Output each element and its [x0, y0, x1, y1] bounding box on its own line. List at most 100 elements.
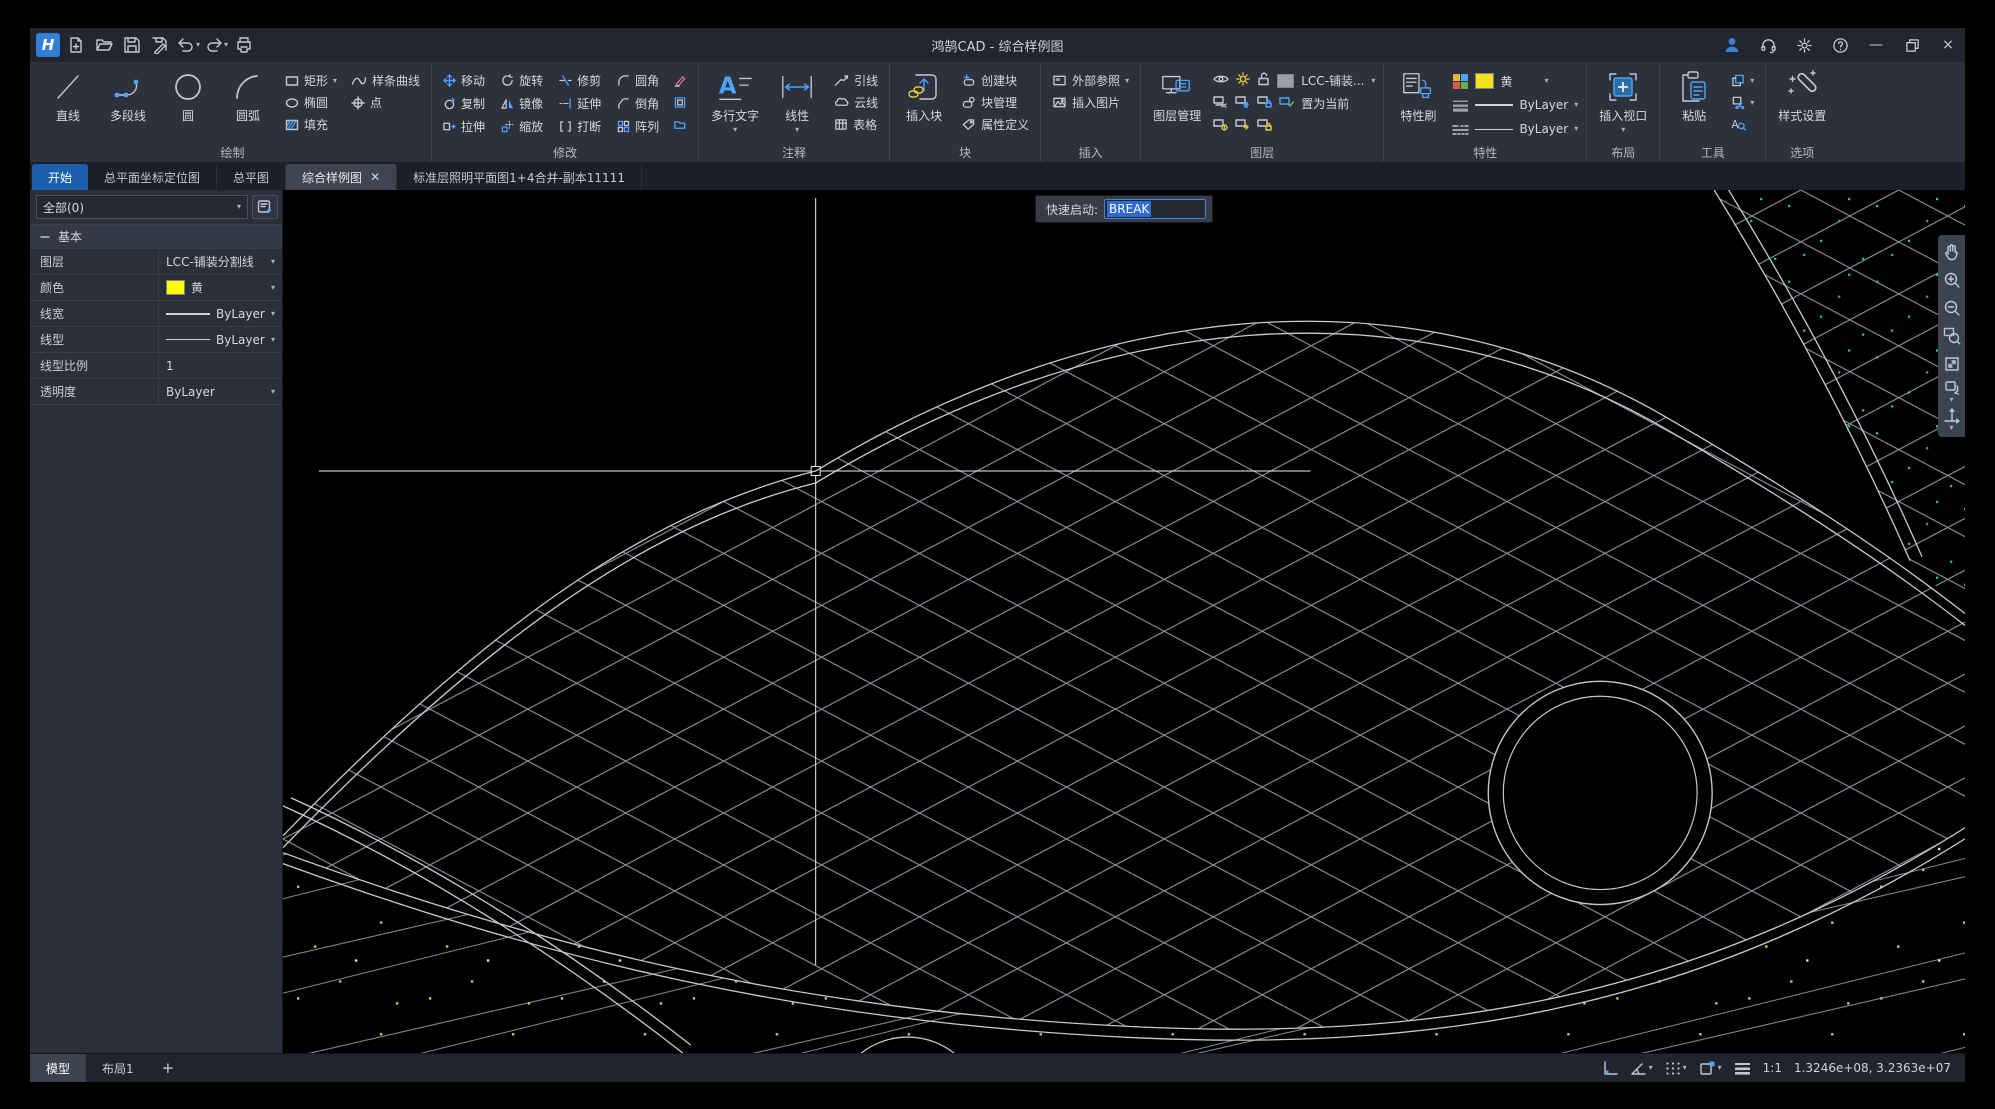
linetype-dropdown-caret[interactable]: ▾ — [1574, 125, 1578, 133]
dimension-dropdown-caret[interactable]: ▾ — [795, 126, 799, 134]
xref-button[interactable]: 外部参照 ▾ — [1049, 71, 1132, 90]
cut-clip-button[interactable]: ▾ — [1728, 93, 1757, 112]
mtext-button[interactable]: A 多行文字 ▾ — [707, 68, 763, 146]
modify-extra-2-button[interactable] — [670, 93, 690, 112]
tab-sample-drawing[interactable]: 综合样例图 ✕ — [286, 164, 398, 190]
insert-viewport-button[interactable]: 插入视口 ▾ — [1595, 68, 1651, 146]
scale-readout[interactable]: 1:1 — [1763, 1061, 1782, 1075]
trim-button[interactable]: 修剪 — [556, 71, 604, 90]
viewport-dropdown-caret[interactable]: ▾ — [1621, 126, 1625, 134]
grid-dropdown-caret[interactable]: ▾ — [1683, 1064, 1687, 1072]
tab-lighting-plan[interactable]: 标准层照明平面图1+4合并-副本11111 — [397, 164, 642, 190]
extend-button[interactable]: 延伸 — [556, 94, 604, 113]
quick-launch-input[interactable]: BREAK — [1104, 199, 1207, 219]
layer-lock2-button[interactable] — [1257, 96, 1272, 111]
layer-freeze-button[interactable] — [1236, 72, 1250, 89]
cut-dropdown-caret[interactable]: ▾ — [1750, 98, 1754, 107]
minimize-button[interactable]: — — [1865, 34, 1887, 56]
xref-dropdown-caret[interactable]: ▾ — [1125, 76, 1129, 85]
table-button[interactable]: 表格 — [831, 115, 881, 134]
layer-color-swatch[interactable] — [1277, 73, 1295, 88]
leader-button[interactable]: 引线 — [831, 71, 881, 90]
layer-tool-1-button[interactable] — [1213, 119, 1228, 134]
insert-image-button[interactable]: 插入图片 — [1049, 93, 1132, 112]
rectangle-button[interactable]: 矩形 ▾ — [282, 71, 340, 90]
paste-button[interactable]: 粘贴 — [1668, 68, 1720, 146]
circle-button[interactable]: 圆 — [162, 68, 214, 146]
account-button[interactable] — [1721, 34, 1743, 56]
layout1-tab[interactable]: 布局1 — [86, 1054, 150, 1082]
drawing-canvas[interactable]: 快速启动: BREAK ▾ ▾ — [283, 190, 1965, 1053]
help-button[interactable] — [1829, 34, 1851, 56]
save-as-button[interactable] — [148, 33, 172, 57]
linetype-value[interactable]: ByLayer — [1519, 122, 1568, 136]
open-file-button[interactable] — [92, 33, 116, 57]
layer-dropdown-caret[interactable]: ▾ — [1371, 76, 1375, 85]
copy-clip-button[interactable]: ▾ — [1728, 71, 1757, 90]
modify-extra-1-button[interactable] — [670, 71, 690, 90]
move-button[interactable]: 移动 — [440, 71, 488, 90]
find-text-button[interactable]: A — [1728, 115, 1757, 134]
create-block-button[interactable]: 创建块 — [958, 71, 1032, 90]
set-current-label[interactable]: 置为当前 — [1301, 95, 1349, 112]
dimension-button[interactable]: 线性 ▾ — [771, 68, 823, 146]
spline-button[interactable]: 样条曲线 — [348, 71, 423, 90]
layer-tool-3-button[interactable] — [1257, 119, 1272, 134]
attribute-define-button[interactable]: 属性定义 — [958, 115, 1032, 134]
line-button[interactable]: 直线 — [42, 68, 94, 146]
hatch-button[interactable]: 填充 — [282, 115, 340, 134]
polar-toggle[interactable]: ▾ — [1630, 1061, 1653, 1076]
array-button[interactable]: 阵列 — [614, 117, 662, 136]
point-button[interactable]: 点 — [348, 93, 423, 112]
layer-value-dropdown[interactable]: LCC-铺装分割线 ▾ — [158, 249, 282, 274]
lineweight-toggle[interactable] — [1734, 1062, 1751, 1075]
color-dropdown-caret[interactable]: ▾ — [1544, 77, 1548, 85]
arc-button[interactable]: 圆弧 — [222, 68, 274, 146]
zoom-in-button[interactable] — [1939, 267, 1964, 293]
mirror-button[interactable]: 镜像 — [498, 94, 546, 113]
layer-check-button[interactable] — [1279, 96, 1295, 111]
layer-tool-2-button[interactable] — [1235, 119, 1250, 134]
support-button[interactable] — [1757, 34, 1779, 56]
linetype-value-dropdown[interactable]: ByLayer ▾ — [158, 327, 282, 352]
lineweight-dropdown-caret[interactable]: ▾ — [1574, 101, 1578, 109]
tab-close-icon[interactable]: ✕ — [370, 170, 380, 184]
undo-button[interactable]: ▾ — [176, 33, 200, 57]
polyline-button[interactable]: 多段线 — [102, 68, 154, 146]
pan-button[interactable] — [1939, 239, 1964, 265]
orbit-button[interactable]: ▾ — [1939, 379, 1964, 405]
save-button[interactable] — [120, 33, 144, 57]
stretch-button[interactable]: 拉伸 — [440, 117, 488, 136]
chamfer-button[interactable]: 倒角 — [614, 94, 662, 113]
layer-freeze2-button[interactable] — [1235, 96, 1250, 111]
redo-dropdown-caret[interactable]: ▾ — [224, 41, 228, 49]
layer-lock-button[interactable] — [1257, 72, 1270, 89]
revision-cloud-button[interactable]: 云线 — [831, 93, 881, 112]
copy-dropdown-caret[interactable]: ▾ — [1750, 76, 1754, 85]
app-logo[interactable]: H — [36, 33, 60, 57]
osnap-dropdown-caret[interactable]: ▾ — [1718, 1064, 1722, 1072]
selection-filter-dropdown[interactable]: 全部(0) ▾ — [36, 195, 248, 219]
zoom-out-button[interactable] — [1939, 295, 1964, 321]
rectangle-dropdown-caret[interactable]: ▾ — [333, 76, 337, 85]
close-button[interactable]: × — [1937, 34, 1959, 56]
insert-block-button[interactable]: 插入块 — [898, 68, 950, 146]
ortho-toggle[interactable] — [1602, 1060, 1618, 1076]
model-tab[interactable]: 模型 — [30, 1054, 87, 1082]
settings-button[interactable] — [1793, 34, 1815, 56]
tab-site-coordinate-plan[interactable]: 总平面坐标定位图 — [88, 164, 218, 190]
panel-section-basic[interactable]: 基本 — [30, 224, 282, 248]
layer-visibility-button[interactable] — [1213, 73, 1229, 88]
break-button[interactable]: 打断 — [556, 117, 604, 136]
mtext-dropdown-caret[interactable]: ▾ — [733, 126, 737, 134]
linetype-scale-field[interactable]: 1 — [158, 353, 282, 378]
osnap-toggle[interactable]: ▾ — [1699, 1060, 1722, 1076]
color-value-dropdown[interactable]: 黄 ▾ — [158, 275, 282, 300]
rotate-button[interactable]: 旋转 — [498, 71, 546, 90]
layer-manager-button[interactable]: 图层管理 — [1149, 68, 1205, 146]
copy-button[interactable]: 复制 — [440, 94, 488, 113]
print-button[interactable] — [232, 33, 256, 57]
ellipse-button[interactable]: 椭圆 — [282, 93, 340, 112]
grid-snap-toggle[interactable]: ▾ — [1665, 1061, 1687, 1076]
transparency-value-dropdown[interactable]: ByLayer ▾ — [158, 379, 282, 404]
